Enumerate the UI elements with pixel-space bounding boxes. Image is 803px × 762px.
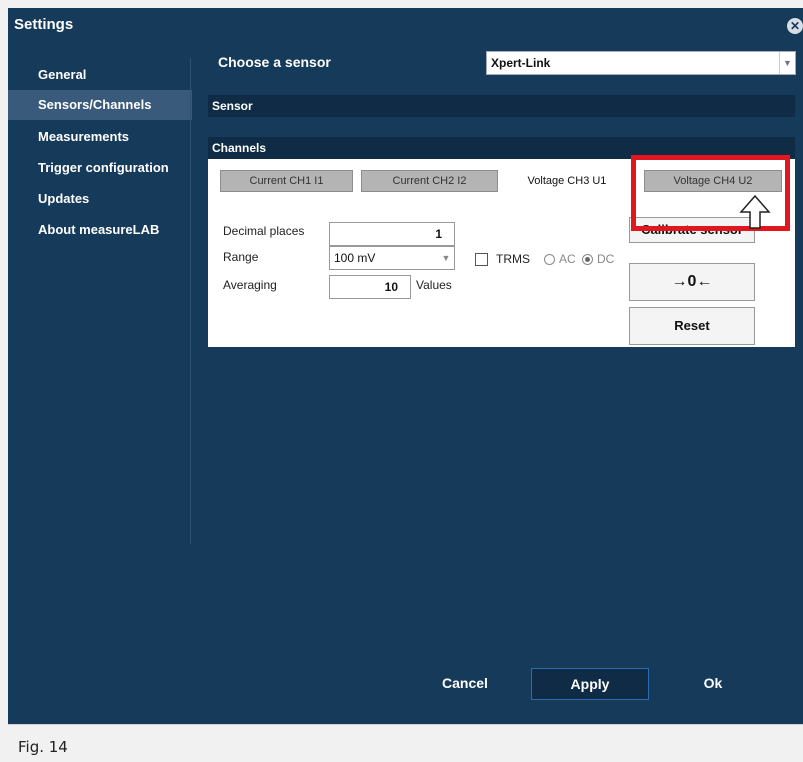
dc-radio[interactable] bbox=[582, 254, 593, 265]
ac-radio[interactable] bbox=[544, 254, 555, 265]
chevron-down-icon[interactable]: ▼ bbox=[438, 247, 454, 269]
settings-window: Settings ✕ General Sensors/Channels Meas… bbox=[8, 8, 803, 724]
sidebar-item-sensors-channels[interactable]: Sensors/Channels bbox=[8, 90, 192, 120]
figure-caption: Fig. 14 bbox=[18, 738, 68, 756]
tab-current-ch2[interactable]: Current CH2 I2 bbox=[361, 170, 498, 192]
range-select[interactable]: 100 mV ▼ bbox=[329, 246, 455, 270]
choose-sensor-label: Choose a sensor bbox=[218, 54, 331, 70]
chevron-down-icon[interactable]: ▼ bbox=[779, 52, 795, 74]
values-label: Values bbox=[416, 278, 452, 292]
reset-button[interactable]: Reset bbox=[629, 307, 755, 345]
window-title: Settings bbox=[14, 16, 74, 33]
dc-label: DC bbox=[597, 252, 615, 266]
sidebar-item-about[interactable]: About measureLAB bbox=[8, 215, 192, 245]
ac-label: AC bbox=[559, 252, 576, 266]
range-select-value: 100 mV bbox=[334, 251, 376, 265]
sidebar-item-measurements[interactable]: Measurements bbox=[8, 122, 192, 152]
sidebar-item-trigger-configuration[interactable]: Trigger configuration bbox=[8, 153, 192, 183]
sensor-select-value: Xpert-Link bbox=[491, 56, 551, 70]
sidebar-item-general[interactable]: General bbox=[8, 60, 192, 90]
sensor-section-header: Sensor bbox=[208, 95, 795, 117]
tab-voltage-ch3[interactable]: Voltage CH3 U1 bbox=[506, 170, 628, 192]
decimal-places-input[interactable]: 1 bbox=[329, 222, 455, 246]
pointer-arrow-icon bbox=[739, 194, 771, 229]
ok-button[interactable]: Ok bbox=[678, 668, 748, 700]
decimal-places-label: Decimal places bbox=[223, 224, 305, 238]
apply-button[interactable]: Apply bbox=[531, 668, 649, 700]
sidebar-divider bbox=[190, 58, 191, 544]
averaging-input[interactable]: 10 bbox=[329, 275, 411, 299]
tab-current-ch1[interactable]: Current CH1 I1 bbox=[220, 170, 353, 192]
trms-checkbox[interactable] bbox=[475, 253, 488, 266]
range-label: Range bbox=[223, 250, 259, 264]
close-icon[interactable]: ✕ bbox=[787, 18, 803, 34]
zero-button[interactable]: →0← bbox=[629, 263, 755, 301]
averaging-label: Averaging bbox=[223, 278, 277, 292]
trms-label: TRMS bbox=[496, 252, 530, 266]
figure-caption-bar: Fig. 14 bbox=[8, 724, 803, 762]
cancel-button[interactable]: Cancel bbox=[420, 668, 510, 700]
sidebar-item-updates[interactable]: Updates bbox=[8, 184, 192, 214]
sensor-select[interactable]: Xpert-Link ▼ bbox=[486, 51, 796, 75]
